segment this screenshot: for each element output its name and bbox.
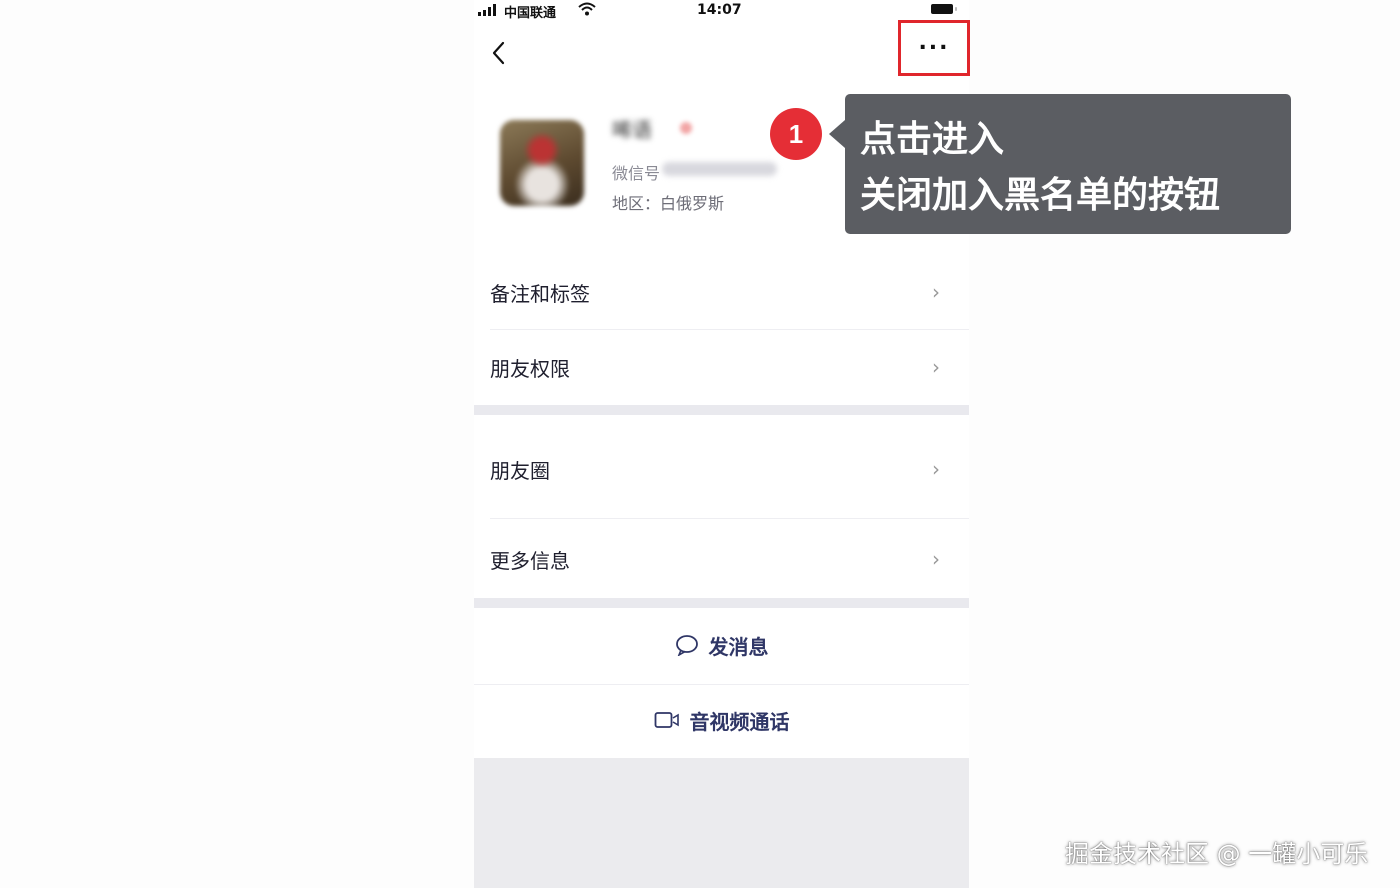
profile-name: 唏语 (612, 118, 652, 142)
chevron-right-icon: › (932, 457, 940, 481)
callout-line-1: 点击进入 (860, 119, 1005, 160)
menu-item-remarks-tags[interactable]: 备注和标签 › (474, 256, 969, 328)
region-label: 地区：白俄罗斯 (612, 194, 725, 213)
section-divider (474, 405, 969, 415)
more-icon: ... (918, 30, 950, 55)
menu-item-label: 备注和标签 (490, 281, 590, 306)
send-message-label: 发消息 (708, 634, 769, 659)
status-bar: 中国联通 14:07 (474, 0, 969, 22)
watermark: 掘金技术社区 @ 一罐小可乐 (1065, 840, 1369, 868)
video-camera-icon (654, 712, 679, 728)
chat-bubble-icon (675, 635, 698, 656)
chevron-right-icon: › (932, 280, 940, 304)
avatar[interactable] (500, 120, 584, 206)
bottom-area (474, 758, 969, 888)
wechat-id-label: 微信号 (612, 164, 661, 183)
menu-item-more-info[interactable]: 更多信息 › (474, 519, 969, 599)
wifi-icon (578, 2, 596, 16)
callout-line-2: 关闭加入黑名单的按钮 (860, 175, 1221, 216)
chevron-right-icon: › (932, 547, 940, 571)
chevron-left-icon (492, 41, 505, 65)
divider (474, 684, 969, 685)
section-divider (474, 598, 969, 608)
video-call-label: 音视频通话 (689, 709, 790, 734)
back-button[interactable] (488, 38, 510, 68)
menu-item-label: 朋友权限 (490, 356, 570, 381)
gender-icon (680, 122, 692, 134)
status-time: 14:07 (697, 2, 742, 18)
wechat-id-value (662, 162, 777, 176)
menu-item-friend-permissions[interactable]: 朋友权限 › (474, 330, 969, 404)
video-call-button[interactable]: 音视频通话 (474, 691, 969, 749)
send-message-button[interactable]: 发消息 (474, 616, 969, 674)
battery-icon (931, 4, 957, 14)
signal-icon (478, 4, 496, 16)
more-options-button[interactable]: ... (898, 20, 970, 76)
step-badge: 1 (770, 108, 822, 160)
chevron-right-icon: › (932, 355, 940, 379)
menu-item-label: 更多信息 (490, 548, 570, 573)
carrier-label: 中国联通 (504, 6, 557, 21)
annotation-callout: 点击进入 关闭加入黑名单的按钮 (829, 94, 1291, 234)
menu-item-label: 朋友圈 (490, 458, 550, 483)
menu-item-moments[interactable]: 朋友圈 › (474, 420, 969, 518)
